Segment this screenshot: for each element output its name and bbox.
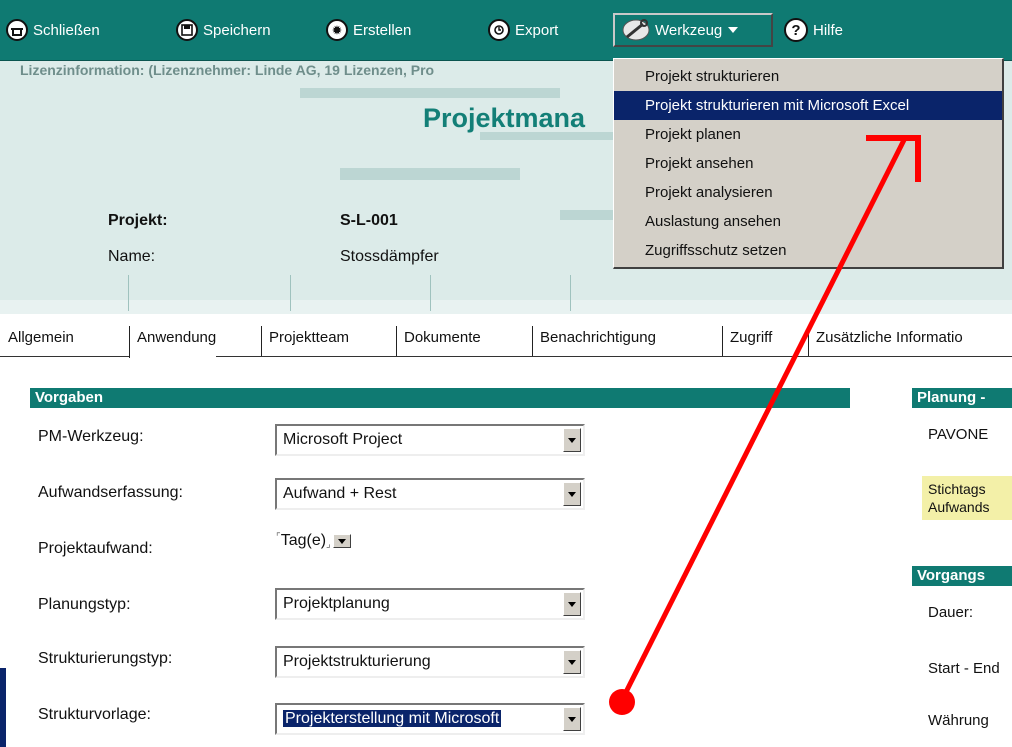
question-mark-icon: ? [784, 18, 808, 42]
duration-label: Dauer: [928, 604, 974, 621]
project-label: Projekt: [108, 212, 168, 229]
close-label: Schließen [33, 21, 100, 39]
create-label: Erstellen [353, 21, 412, 39]
wrench-icon [622, 19, 650, 41]
field-bracket-icon: ⌟ [326, 539, 331, 550]
menu-item-projekt-strukturieren-excel[interactable]: Projekt strukturieren mit Microsoft Exce… [614, 91, 1002, 120]
vorgaben-header: Vorgaben [30, 388, 850, 408]
license-info: Lizenzinformation: (Lizenznehmer: Linde … [20, 62, 435, 78]
chevron-down-icon[interactable] [563, 592, 581, 616]
project-effort-label: Projektaufwand: [38, 540, 153, 557]
pm-tool-label: PM-Werkzeug: [38, 428, 144, 445]
chevron-down-icon[interactable] [563, 650, 581, 674]
tab-dokumente[interactable]: Dokumente [396, 326, 481, 356]
planning-header: Planung - [912, 388, 1012, 408]
process-header: Vorgangs [912, 566, 1012, 586]
currency-label: Währung [928, 712, 989, 729]
banner-tick [570, 275, 571, 311]
tools-dropdown-menu: Projekt strukturieren Projekt strukturie… [613, 58, 1004, 269]
name-label: Name: [108, 248, 156, 265]
menu-item-projekt-planen[interactable]: Projekt planen [614, 120, 1002, 149]
banner-tick [290, 275, 291, 311]
effort-capture-label: Aufwandserfassung: [38, 484, 183, 501]
tab-bar: Allgemein Anwendung Projektteam Dokument… [0, 314, 1012, 358]
planning-type-select[interactable]: Projektplanung [275, 588, 585, 620]
structure-template-select[interactable]: Projekterstellung mit Microsoft [275, 703, 585, 735]
banner-decoration [300, 88, 560, 98]
tab-zusaetzliche-informationen[interactable]: Zusätzliche Informatio [808, 326, 963, 356]
banner-tick [430, 275, 431, 311]
structure-template-value: Projekterstellung mit Microsoft [283, 710, 502, 727]
save-label: Speichern [203, 21, 271, 39]
tab-anwendung[interactable]: Anwendung [129, 326, 217, 358]
chevron-down-icon[interactable] [563, 482, 581, 506]
window-edge [0, 668, 6, 747]
project-name: Stossdämpfer [340, 248, 439, 265]
export-icon [488, 19, 510, 41]
structuring-type-label: Strukturierungstyp: [38, 650, 173, 667]
structuring-type-select[interactable]: Projektstrukturierung [275, 646, 585, 678]
tools-menu-button[interactable]: Werkzeug [613, 13, 773, 47]
help-label: Hilfe [813, 21, 844, 39]
create-button[interactable]: ✹ Erstellen [326, 17, 411, 43]
project-id: S-L-001 [340, 212, 398, 229]
sparkle-create-icon: ✹ [326, 19, 348, 41]
help-button[interactable]: ? Hilfe [784, 17, 843, 43]
tab-projektteam[interactable]: Projektteam [261, 326, 349, 356]
save-button[interactable]: Speichern [176, 17, 271, 43]
tab-benachrichtigung[interactable]: Benachrichtigung [532, 326, 656, 356]
chevron-down-icon[interactable] [332, 534, 351, 548]
note-line-1: Stichtags [928, 481, 986, 497]
menu-item-zugriffsschutz-setzen[interactable]: Zugriffsschutz setzen [614, 236, 1002, 265]
project-effort-field[interactable]: ⌜ Tag(e) ⌟ [276, 532, 351, 550]
structure-template-label: Strukturvorlage: [38, 706, 151, 723]
note-box: Stichtags Aufwands [922, 476, 1012, 520]
tab-zugriff[interactable]: Zugriff [722, 326, 772, 356]
pm-tool-value: Microsoft Project [283, 431, 403, 448]
menu-item-projekt-strukturieren[interactable]: Projekt strukturieren [614, 62, 1002, 91]
effort-capture-select[interactable]: Aufwand + Rest [275, 478, 585, 510]
banner-decoration [340, 168, 520, 180]
export-button[interactable]: Export [488, 17, 558, 43]
menu-item-projekt-ansehen[interactable]: Projekt ansehen [614, 149, 1002, 178]
menu-item-auslastung-ansehen[interactable]: Auslastung ansehen [614, 207, 1002, 236]
close-button[interactable]: Schließen [6, 17, 100, 43]
planning-type-value: Projektplanung [283, 595, 390, 612]
banner-tick [128, 275, 129, 311]
page-title: Projektmana [423, 103, 586, 133]
pavone-text: PAVONE [928, 426, 989, 443]
tools-label: Werkzeug [655, 21, 723, 39]
menu-item-projekt-analysieren[interactable]: Projekt analysieren [614, 178, 1002, 207]
effort-capture-value: Aufwand + Rest [283, 485, 397, 502]
planning-type-label: Planungstyp: [38, 596, 131, 613]
note-line-2: Aufwands [928, 499, 990, 515]
chevron-down-icon[interactable] [563, 428, 581, 452]
floppy-disk-icon [176, 19, 198, 41]
chevron-down-icon [728, 27, 739, 33]
start-end-label: Start - End [928, 660, 1000, 677]
tab-allgemein[interactable]: Allgemein [8, 326, 74, 356]
export-label: Export [515, 21, 559, 39]
annotation-dot [609, 689, 635, 715]
project-effort-value: Tag(e) [280, 532, 327, 549]
chevron-down-icon[interactable] [563, 707, 581, 731]
pm-tool-select[interactable]: Microsoft Project [275, 424, 585, 456]
structuring-type-value: Projektstrukturierung [283, 653, 431, 670]
close-circle-icon [6, 19, 28, 41]
toolbar: Schließen Speichern ✹ Erstellen Export W… [0, 0, 1012, 61]
banner-decoration [0, 300, 1012, 314]
